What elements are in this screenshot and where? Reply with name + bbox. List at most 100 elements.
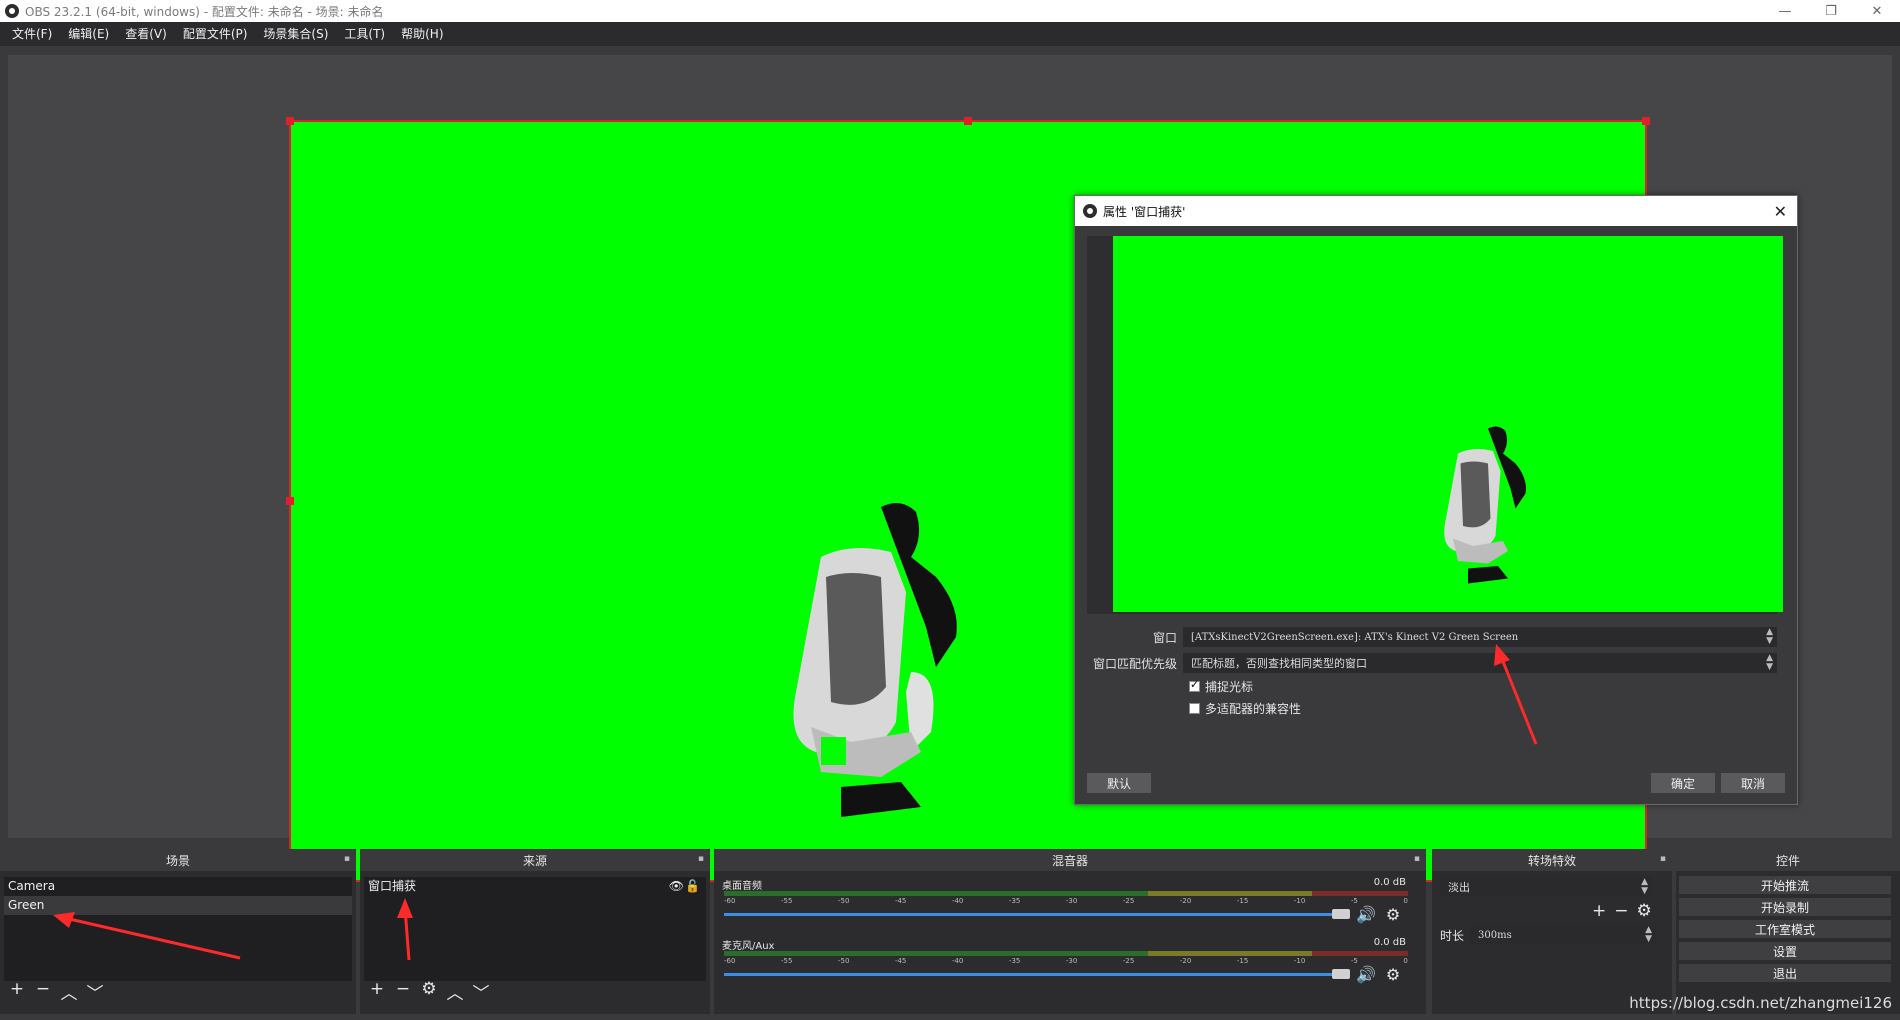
transitions-title-bar: 转场特效 ▪ [1432, 849, 1672, 871]
checkbox-unchecked-icon[interactable] [1189, 702, 1200, 714]
source-list: 窗口捕获 👁 🔓 [364, 877, 706, 981]
menu-bar: 文件(F) 编辑(E) 查看(V) 配置文件(P) 场景集合(S) 工具(T) … [0, 22, 1900, 46]
add-icon[interactable]: + [8, 979, 26, 1004]
scenes-title-bar: 场景 ▪ [0, 849, 356, 871]
float-icon[interactable]: ▪ [1660, 854, 1666, 864]
close-icon[interactable]: ✕ [1774, 202, 1787, 221]
studio-mode-button[interactable]: 工作室模式 [1679, 920, 1891, 938]
duration-input[interactable]: 300ms ▲ ▼ [1470, 925, 1657, 945]
scene-item-green[interactable]: Green [4, 896, 352, 915]
spin-arrows-icon: ▲ ▼ [1766, 653, 1773, 672]
resize-handle-tl[interactable] [286, 117, 294, 125]
settings-button[interactable]: 设置 [1679, 942, 1891, 960]
meter-scale: -60 -55 -50 -45 -40 -35 -30 -25 -20 -15 -10 -5 0 [724, 897, 1408, 909]
volume-meter [724, 951, 1408, 956]
channel-name: 麦克风/Aux [722, 941, 775, 952]
sources-toolbar: + − ⚙ ︿ ﹀ [368, 979, 490, 1004]
scale-tick: -25 [1122, 957, 1135, 965]
capture-cursor-checkbox[interactable]: 捕捉光标 [1189, 677, 1253, 695]
scale-tick: 0 [1403, 957, 1408, 965]
cancel-button[interactable]: 取消 [1721, 773, 1785, 793]
priority-row: 窗口匹配优先级 匹配标题，否则查找相同类型的窗口 ▲ ▼ [1087, 652, 1777, 674]
remove-icon[interactable]: − [394, 979, 412, 1004]
float-icon[interactable]: ▪ [1414, 854, 1420, 864]
default-button[interactable]: 默认 [1087, 773, 1151, 793]
scale-tick: -15 [1236, 897, 1249, 905]
exit-button[interactable]: 退出 [1679, 964, 1891, 982]
float-icon[interactable]: ▪ [698, 854, 704, 864]
transitions-title: 转场特效 [1527, 853, 1576, 868]
menu-view[interactable]: 查看(V) [117, 22, 175, 46]
transition-toolbar: + − ⚙ [1592, 901, 1652, 921]
start-streaming-button[interactable]: 开始推流 [1679, 876, 1891, 894]
spin-arrows-icon: ▲ ▼ [1641, 877, 1648, 896]
add-icon[interactable]: + [1592, 901, 1606, 921]
source-item-label: 窗口捕获 [368, 879, 417, 893]
transition-select-value: 淡出 [1448, 881, 1470, 894]
window-controls: — ❐ ✕ [1762, 0, 1900, 22]
resize-handle-ml[interactable] [286, 497, 294, 505]
move-up-icon[interactable]: ︿ [60, 979, 78, 1004]
eye-icon[interactable]: 👁 [669, 877, 684, 896]
sources-title-bar: 来源 ▪ [360, 849, 710, 871]
lock-icon[interactable]: 🔓 [685, 877, 700, 896]
menu-scene-collection[interactable]: 场景集合(S) [255, 22, 336, 46]
priority-label: 窗口匹配优先级 [1092, 656, 1177, 671]
scale-tick: -60 [724, 897, 736, 905]
resize-handle-tr[interactable] [1642, 117, 1650, 125]
channel-db: 0.0 dB [1373, 937, 1406, 948]
remove-icon[interactable]: − [1614, 901, 1628, 921]
duration-value: 300ms [1478, 929, 1512, 941]
meter-scale: -60 -55 -50 -45 -40 -35 -30 -25 -20 -15 -10 -5 0 [724, 957, 1408, 969]
speaker-icon[interactable]: 🔊 [1356, 905, 1376, 924]
gear-icon[interactable]: ⚙ [1637, 901, 1652, 921]
volume-fader-knob[interactable] [1332, 909, 1350, 919]
transition-select[interactable]: 淡出 ▲ ▼ [1440, 877, 1652, 897]
mixer-channel-desktop: 桌面音频 0.0 dB -60 -55 -50 -45 -40 -35 -30 -25 -20 -… [720, 877, 1410, 931]
dialog-preview-canvas [1113, 236, 1783, 612]
scale-tick: -25 [1122, 897, 1135, 905]
scale-tick: -55 [780, 897, 793, 905]
source-item-window-capture[interactable]: 窗口捕获 👁 🔓 [364, 877, 706, 896]
gear-icon[interactable]: ⚙ [1386, 905, 1400, 924]
controls-title: 控件 [1775, 853, 1800, 868]
ok-button[interactable]: 确定 [1651, 773, 1715, 793]
scene-item-camera[interactable]: Camera [4, 877, 352, 896]
scale-tick: -45 [894, 897, 907, 905]
resize-handle-tc[interactable] [964, 117, 972, 125]
title-bar: OBS 23.2.1 (64-bit, windows) - 配置文件: 未命名… [0, 0, 1900, 22]
priority-select[interactable]: 匹配标题，否则查找相同类型的窗口 ▲ ▼ [1183, 653, 1777, 673]
close-icon[interactable]: ✕ [1854, 0, 1900, 22]
menu-help[interactable]: 帮助(H) [393, 22, 451, 46]
scale-tick: 0 [1403, 897, 1408, 905]
speaker-icon[interactable]: 🔊 [1356, 965, 1376, 984]
move-down-icon[interactable]: ﹀ [472, 979, 490, 1004]
window-select[interactable]: [ATXsKinectV2GreenScreen.exe]: ATX's Kin… [1183, 627, 1777, 647]
volume-fader-knob[interactable] [1332, 969, 1350, 979]
restore-icon[interactable]: ❐ [1808, 0, 1854, 22]
move-up-icon[interactable]: ︿ [446, 979, 464, 1004]
capture-cursor-label: 捕捉光标 [1205, 679, 1254, 694]
menu-edit[interactable]: 编辑(E) [60, 22, 117, 46]
move-down-icon[interactable]: ﹀ [86, 979, 104, 1004]
gear-icon[interactable]: ⚙ [420, 979, 438, 1004]
start-recording-button[interactable]: 开始录制 [1679, 898, 1891, 916]
gear-icon[interactable]: ⚙ [1386, 965, 1400, 984]
checkbox-checked-icon[interactable] [1189, 678, 1200, 692]
menu-profile[interactable]: 配置文件(P) [175, 22, 256, 46]
add-icon[interactable]: + [368, 979, 386, 1004]
volume-fader-track[interactable] [724, 913, 1338, 916]
spin-arrows-icon: ▲ ▼ [1766, 627, 1773, 646]
minimize-icon[interactable]: — [1762, 0, 1808, 22]
float-icon[interactable]: ▪ [344, 854, 350, 864]
remove-icon[interactable]: − [34, 979, 52, 1004]
obs-logo-icon [1083, 204, 1097, 218]
menu-file[interactable]: 文件(F) [4, 22, 60, 46]
volume-fader-track[interactable] [724, 973, 1338, 976]
multi-adapter-checkbox[interactable]: 多适配器的兼容性 [1189, 699, 1301, 717]
priority-select-value: 匹配标题，否则查找相同类型的窗口 [1191, 657, 1367, 670]
dialog-title-bar: 属性 '窗口捕获' ✕ [1075, 196, 1797, 226]
menu-tools[interactable]: 工具(T) [336, 22, 393, 46]
channel-db: 0.0 dB [1373, 877, 1406, 888]
scale-tick: -10 [1293, 897, 1306, 905]
